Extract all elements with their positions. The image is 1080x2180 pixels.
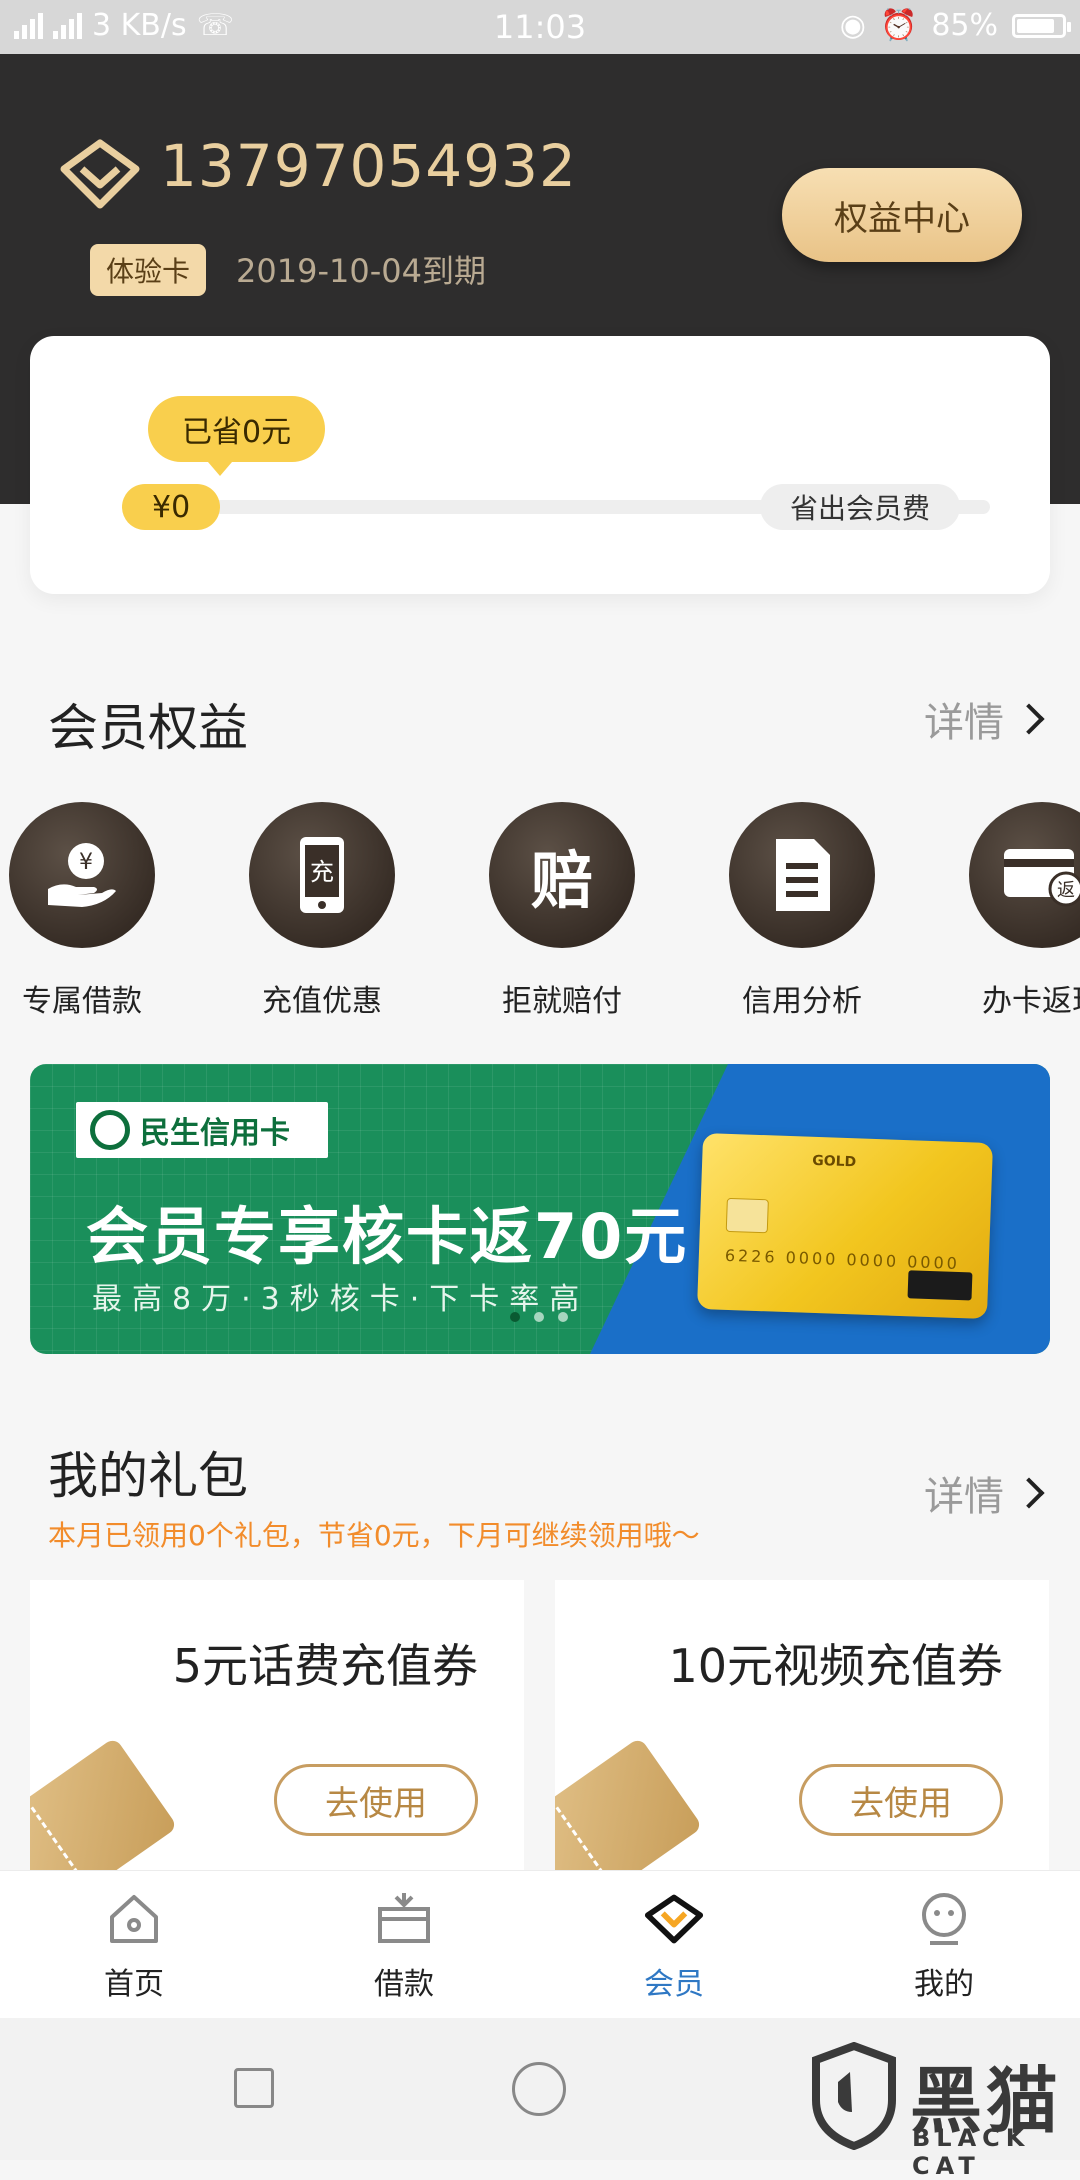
gifts-title: 我的礼包 [48,1447,248,1505]
battery-icon [1012,13,1071,38]
benefits-more-label: 详情 [924,700,1004,746]
home-icon [104,1891,164,1947]
alarm-icon: ⏰ [879,8,918,43]
benefit-label: 信用分析 [742,984,862,1019]
gifts-more-label: 详情 [924,1474,1004,1520]
nav-loan[interactable]: 借款 [324,1891,484,2003]
phone-recharge-icon: 充 [249,802,395,948]
svg-text:返: 返 [1057,880,1075,901]
benefit-label: 充值优惠 [262,984,382,1019]
lock-rotation-icon: ◉ [839,8,866,43]
benefit-center-button[interactable]: 权益中心 [782,168,1022,262]
card-cashback-icon: 返 [969,802,1080,948]
battery-fill [1017,18,1054,33]
svg-text:充: 充 [310,858,334,886]
loan-icon [374,1891,434,1947]
nav-label: 借款 [374,1967,434,2002]
bank-label: 民生信用卡 [76,1102,328,1158]
compensation-icon: 赔 [489,802,635,948]
promo-banner[interactable]: 民生信用卡 会员专享核卡返70元 最高8万·3秒核卡·下卡率高 GOLD 622… [30,1064,1050,1354]
nav-label: 首页 [104,1967,164,2002]
vip-diamond-icon [60,139,140,209]
benefit-recharge-discount[interactable]: 充 充值优惠 [222,802,422,1020]
banner-pager [510,1312,568,1322]
banner-headline: 会员专享核卡返70元 [86,1200,689,1273]
card-number: 6226 0000 0000 0000 [724,1245,961,1274]
chevron-right-icon [1013,703,1045,735]
battery-percent: 85% [931,8,998,43]
member-phone: 13797054932 [160,132,577,200]
benefit-label: 专属借款 [22,984,142,1019]
watermark-en: BLACK CAT [912,2124,1031,2180]
pager-dot[interactable] [558,1312,568,1322]
benefits-more-link[interactable]: 详情 [924,690,1045,748]
coupon-ticket-icon [30,1736,178,1880]
benefit-card-cashback[interactable]: 返 办卡返现 [942,802,1080,1020]
gifts-more-link[interactable]: 详情 [924,1464,1045,1522]
svg-text:¥: ¥ [79,850,93,875]
nav-home[interactable]: 首页 [54,1891,214,2003]
benefit-exclusive-loan[interactable]: ¥ 专属借款 [0,802,182,1020]
nav-vip[interactable]: 会员 [594,1891,754,2003]
benefits-row: ¥ 专属借款 充 充值优惠 赔 拒就赔付 信用分析 返 办卡返 [0,802,1080,1022]
recents-button[interactable] [234,2068,274,2108]
benefit-compensation[interactable]: 赔 拒就赔付 [462,802,662,1020]
home-button[interactable] [512,2062,566,2116]
gift-usage-note: 本月已领用0个礼包，节省0元，下月可继续领用哦～ [48,1519,700,1552]
bank-name: 民生信用卡 [140,1116,290,1151]
bottom-nav: 首页 借款 会员 我的 [0,1870,1080,2019]
savings-card: 已省0元 ¥0 省出会员费 [30,336,1050,594]
card-chip [725,1197,769,1234]
unionpay-logo-icon [907,1270,973,1301]
yen-hand-icon: ¥ [9,802,155,948]
minsheng-logo-icon [90,1110,130,1150]
profile-icon [914,1891,974,1947]
benefit-label: 办卡返现 [982,984,1080,1019]
chevron-right-icon [1013,1477,1045,1509]
pager-dot[interactable] [534,1312,544,1322]
pager-dot[interactable] [510,1312,520,1322]
vip-diamond-icon [644,1891,704,1947]
card-type-badge: 体验卡 [90,244,207,296]
saved-amount: ¥0 [122,484,221,530]
gift-card[interactable]: 5元话费充值券 去使用 [30,1580,524,1880]
status-bar: 3 KB/s ☏ 11:03 ◉ ⏰ 85% [0,0,1080,54]
nav-label: 我的 [914,1967,974,2002]
document-icon [729,802,875,948]
card-gold-label: GOLD [811,1152,857,1171]
blackcat-logo-icon [812,2042,896,2150]
nav-profile[interactable]: 我的 [864,1891,1024,2003]
benefit-credit-analysis[interactable]: 信用分析 [702,802,902,1020]
blackcat-watermark: 黑猫 BLACK CAT [804,2036,1074,2180]
benefits-title: 会员权益 [48,699,248,757]
gift-title: 5元话费充值券 [172,1639,478,1693]
savings-goal: 省出会员费 [760,484,961,530]
nav-label: 会员 [644,1967,704,2002]
credit-card-image: GOLD 6226 0000 0000 0000 [697,1132,993,1320]
saved-bubble: 已省0元 [148,396,326,476]
use-gift-button[interactable]: 去使用 [799,1764,1003,1836]
expire-date: 2019-10-04到期 [236,252,486,290]
status-right: ◉ ⏰ 85% [839,8,1071,43]
benefit-label: 拒就赔付 [502,984,622,1019]
coupon-ticket-icon [555,1736,703,1880]
compensation-glyph: 赔 [530,844,593,917]
use-gift-button[interactable]: 去使用 [274,1764,478,1836]
gift-card[interactable]: 10元视频充值券 去使用 [555,1580,1049,1880]
gift-title: 10元视频充值券 [668,1639,1003,1693]
